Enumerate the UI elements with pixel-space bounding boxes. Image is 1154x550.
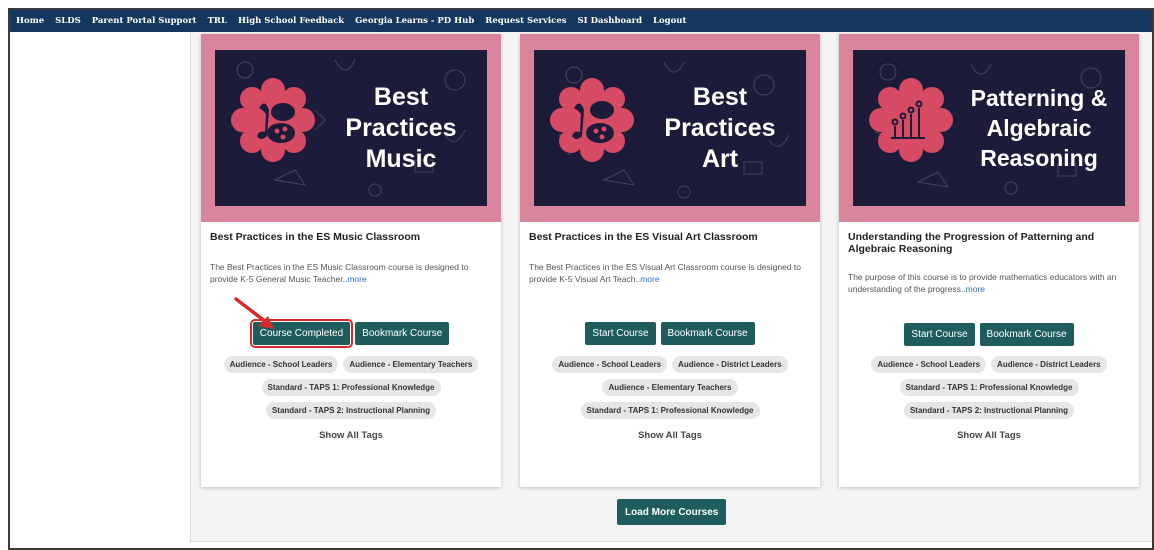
more-link[interactable]: ..more: [635, 274, 659, 284]
course-list: Best Practices Music Best Practices in t…: [190, 32, 1152, 542]
show-all-tags-link[interactable]: Show All Tags: [319, 430, 383, 441]
tag[interactable]: Audience - School Leaders: [223, 356, 339, 373]
tag[interactable]: Standard - TAPS 1: Professional Knowledg…: [899, 379, 1079, 396]
tag[interactable]: Standard - TAPS 2: Instructional Plannin…: [903, 402, 1075, 419]
tag[interactable]: Standard - TAPS 2: Instructional Plannin…: [265, 402, 437, 419]
course-card: Patterning & Algebraic Reasoning Underst…: [839, 34, 1139, 487]
tag[interactable]: Standard - TAPS 1: Professional Knowledg…: [580, 402, 760, 419]
course-title[interactable]: Best Practices in the ES Music Classroom: [210, 231, 494, 243]
tag[interactable]: Audience - School Leaders: [871, 356, 987, 373]
course-card: Best Practices Art Best Practices in the…: [520, 34, 820, 487]
course-image-title: Patterning & Algebraic Reasoning: [970, 85, 1108, 171]
load-more-courses-button[interactable]: Load More Courses: [617, 499, 727, 525]
course-image[interactable]: Best Practices Music: [201, 34, 501, 222]
nav-request-services[interactable]: Request Services: [485, 16, 566, 26]
red-arrow-icon: [234, 297, 274, 329]
bookmark-course-button[interactable]: Bookmark Course: [355, 322, 450, 345]
course-image-title: Best Practices Music: [345, 82, 457, 173]
tag[interactable]: Audience - District Leaders: [991, 356, 1107, 373]
bookmark-course-button[interactable]: Bookmark Course: [660, 322, 755, 345]
tag-list: Audience - School Leaders Audience - Dis…: [839, 356, 1139, 441]
course-description: The Best Practices in the ES Music Class…: [210, 262, 469, 284]
nav-si-dashboard[interactable]: SI Dashboard: [578, 16, 642, 26]
more-link[interactable]: ..more: [343, 274, 367, 284]
browser-frame: Home SLDS Parent Portal Support TRL High…: [8, 8, 1154, 550]
tag-list: Audience - School Leaders Audience - Ele…: [201, 356, 501, 441]
bookmark-course-button[interactable]: Bookmark Course: [979, 323, 1074, 346]
show-all-tags-link[interactable]: Show All Tags: [957, 430, 1021, 441]
theater-masks-palette-icon: [550, 78, 634, 162]
course-image[interactable]: Patterning & Algebraic Reasoning: [839, 34, 1139, 222]
start-course-button[interactable]: Start Course: [585, 322, 656, 345]
nav-trl[interactable]: TRL: [208, 16, 227, 26]
tag[interactable]: Audience - District Leaders: [672, 356, 788, 373]
nav-home[interactable]: Home: [16, 16, 44, 26]
nav-georgia-learns[interactable]: Georgia Learns - PD Hub: [355, 16, 474, 26]
course-description: The purpose of this course is to provide…: [848, 272, 1117, 294]
course-card: Best Practices Music Best Practices in t…: [201, 34, 501, 487]
tag-list: Audience - School Leaders Audience - Dis…: [520, 356, 820, 441]
course-image[interactable]: Best Practices Art: [520, 34, 820, 222]
tag[interactable]: Audience - Elementary Teachers: [602, 379, 738, 396]
top-nav: Home SLDS Parent Portal Support TRL High…: [10, 10, 1152, 32]
course-title[interactable]: Understanding the Progression of Pattern…: [848, 231, 1132, 255]
tag[interactable]: Audience - Elementary Teachers: [343, 356, 479, 373]
tag[interactable]: Standard - TAPS 1: Professional Knowledg…: [261, 379, 441, 396]
show-all-tags-link[interactable]: Show All Tags: [638, 430, 702, 441]
course-title[interactable]: Best Practices in the ES Visual Art Clas…: [529, 231, 813, 243]
nav-logout[interactable]: Logout: [653, 16, 686, 26]
bar-pattern-icon: [869, 78, 953, 162]
nav-parent-portal-support[interactable]: Parent Portal Support: [92, 16, 197, 26]
music-palette-icon: [231, 78, 315, 162]
course-image-title: Best Practices Art: [664, 82, 776, 173]
start-course-button[interactable]: Start Course: [904, 323, 975, 346]
more-link[interactable]: ..more: [961, 284, 985, 294]
nav-high-school-feedback[interactable]: High School Feedback: [238, 16, 344, 26]
course-description: The Best Practices in the ES Visual Art …: [529, 262, 801, 284]
nav-slds[interactable]: SLDS: [55, 16, 81, 26]
tag[interactable]: Audience - School Leaders: [552, 356, 668, 373]
